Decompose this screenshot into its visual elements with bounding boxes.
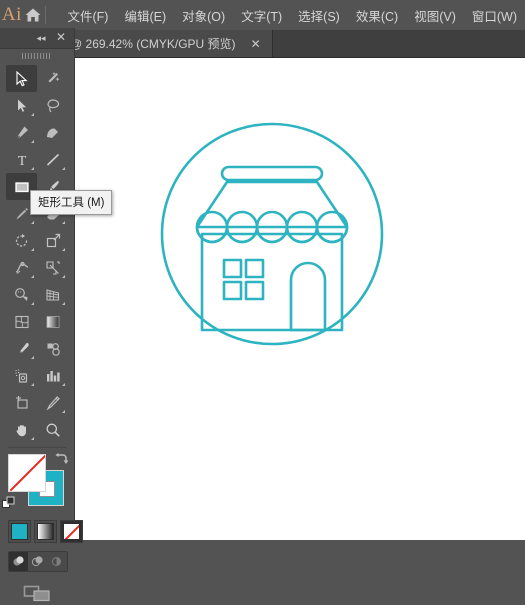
tool-flyout-indicator <box>62 275 65 278</box>
default-fill-stroke-icon[interactable] <box>2 496 16 510</box>
eyedropper-tool[interactable] <box>6 335 37 362</box>
tool-flyout-indicator <box>31 140 34 143</box>
selection-tool[interactable] <box>6 65 37 92</box>
slice-tool[interactable] <box>37 389 68 416</box>
panel-divider <box>8 447 66 448</box>
lasso-tool[interactable] <box>37 92 68 119</box>
tool-flyout-indicator <box>31 113 34 116</box>
tool-flyout-indicator <box>62 383 65 386</box>
menu-window[interactable]: 窗口(W) <box>464 2 525 29</box>
tools-panel: ◂◂ ✕ T <box>0 28 83 602</box>
menu-view[interactable]: 视图(V) <box>406 2 464 29</box>
tool-flyout-indicator <box>62 221 65 224</box>
hand-tool[interactable] <box>6 416 37 443</box>
draw-behind-mode[interactable] <box>28 552 47 571</box>
curvature-tool[interactable] <box>37 119 68 146</box>
svg-text:T: T <box>17 154 26 168</box>
free-transform-tool[interactable] <box>37 254 68 281</box>
screen-mode-button[interactable] <box>0 581 74 605</box>
solid-color-icon <box>11 523 28 540</box>
blend-tool[interactable] <box>37 335 68 362</box>
tool-flyout-indicator <box>62 167 65 170</box>
width-tool[interactable] <box>6 254 37 281</box>
pen-tool[interactable] <box>6 119 37 146</box>
tools-panel-header[interactable]: ◂◂ ✕ <box>0 28 74 49</box>
gradient-icon <box>37 523 54 540</box>
collapse-icon[interactable]: ◂◂ <box>34 31 48 45</box>
menu-effect[interactable]: 效果(C) <box>348 2 406 29</box>
artboard-canvas[interactable] <box>74 58 525 540</box>
tool-flyout-indicator <box>31 275 34 278</box>
rotate-tool[interactable] <box>6 227 37 254</box>
fill-swatch[interactable] <box>8 454 46 492</box>
menubar-divider <box>44 6 46 24</box>
draw-inside-mode[interactable] <box>47 552 66 571</box>
none-icon <box>63 523 80 540</box>
shop-storefront-icon[interactable] <box>154 110 404 365</box>
draw-mode-row <box>8 551 68 572</box>
document-tab-bar: @ 269.42% (CMYK/GPU 预览) ✕ <box>0 30 525 58</box>
column-graph-tool[interactable] <box>37 362 68 389</box>
menu-item-list: 文件(F) 编辑(E) 对象(O) 文字(T) 选择(S) 效果(C) 视图(V… <box>59 2 525 29</box>
tool-flyout-indicator <box>62 302 65 305</box>
close-icon[interactable]: ✕ <box>54 30 68 45</box>
tool-flyout-indicator <box>31 302 34 305</box>
menu-select[interactable]: 选择(S) <box>290 2 348 29</box>
close-icon[interactable]: ✕ <box>248 37 264 51</box>
menu-edit[interactable]: 编辑(E) <box>116 2 174 29</box>
tool-flyout-indicator <box>31 356 34 359</box>
app-logo: Ai <box>1 4 22 25</box>
magic-wand-tool[interactable] <box>37 65 68 92</box>
tool-tooltip: 矩形工具 (M) <box>30 190 113 215</box>
mesh-tool[interactable] <box>6 308 37 335</box>
tool-flyout-indicator <box>31 248 34 251</box>
panel-drag-handle[interactable] <box>0 49 74 63</box>
direct-selection-tool[interactable] <box>6 92 37 119</box>
menu-bar: Ai 文件(F) 编辑(E) 对象(O) 文字(T) 选择(S) 效果(C) 视… <box>0 0 525 30</box>
perspective-grid-tool[interactable] <box>37 281 68 308</box>
illustrator-window: Ai 文件(F) 编辑(E) 对象(O) 文字(T) 选择(S) 效果(C) 视… <box>0 0 525 602</box>
none-slash-icon <box>9 455 45 491</box>
shape-builder-tool[interactable] <box>6 281 37 308</box>
document-tab[interactable]: @ 269.42% (CMYK/GPU 预览) ✕ <box>60 30 273 57</box>
tool-grid: T <box>6 65 74 443</box>
tool-flyout-indicator <box>31 383 34 386</box>
line-segment-tool[interactable] <box>37 146 68 173</box>
zoom-tool[interactable] <box>37 416 68 443</box>
tool-flyout-indicator <box>31 221 34 224</box>
gradient-tool[interactable] <box>37 308 68 335</box>
artboard-tool[interactable] <box>6 389 37 416</box>
home-icon[interactable] <box>24 0 43 30</box>
draw-normal-mode[interactable] <box>9 552 28 571</box>
tool-flyout-indicator <box>62 248 65 251</box>
document-tab-title: @ 269.42% (CMYK/GPU 预览) <box>70 37 236 51</box>
menu-file[interactable]: 文件(F) <box>59 2 116 29</box>
fill-stroke-control <box>0 452 74 514</box>
tool-flyout-indicator <box>31 167 34 170</box>
type-tool[interactable]: T <box>6 146 37 173</box>
tool-flyout-indicator <box>31 437 34 440</box>
scale-tool[interactable] <box>37 227 68 254</box>
symbol-sprayer-tool[interactable] <box>6 362 37 389</box>
menu-type[interactable]: 文字(T) <box>233 2 290 29</box>
swap-fill-stroke-icon[interactable] <box>53 452 69 468</box>
tool-flyout-indicator <box>62 410 65 413</box>
menu-object[interactable]: 对象(O) <box>174 2 233 29</box>
